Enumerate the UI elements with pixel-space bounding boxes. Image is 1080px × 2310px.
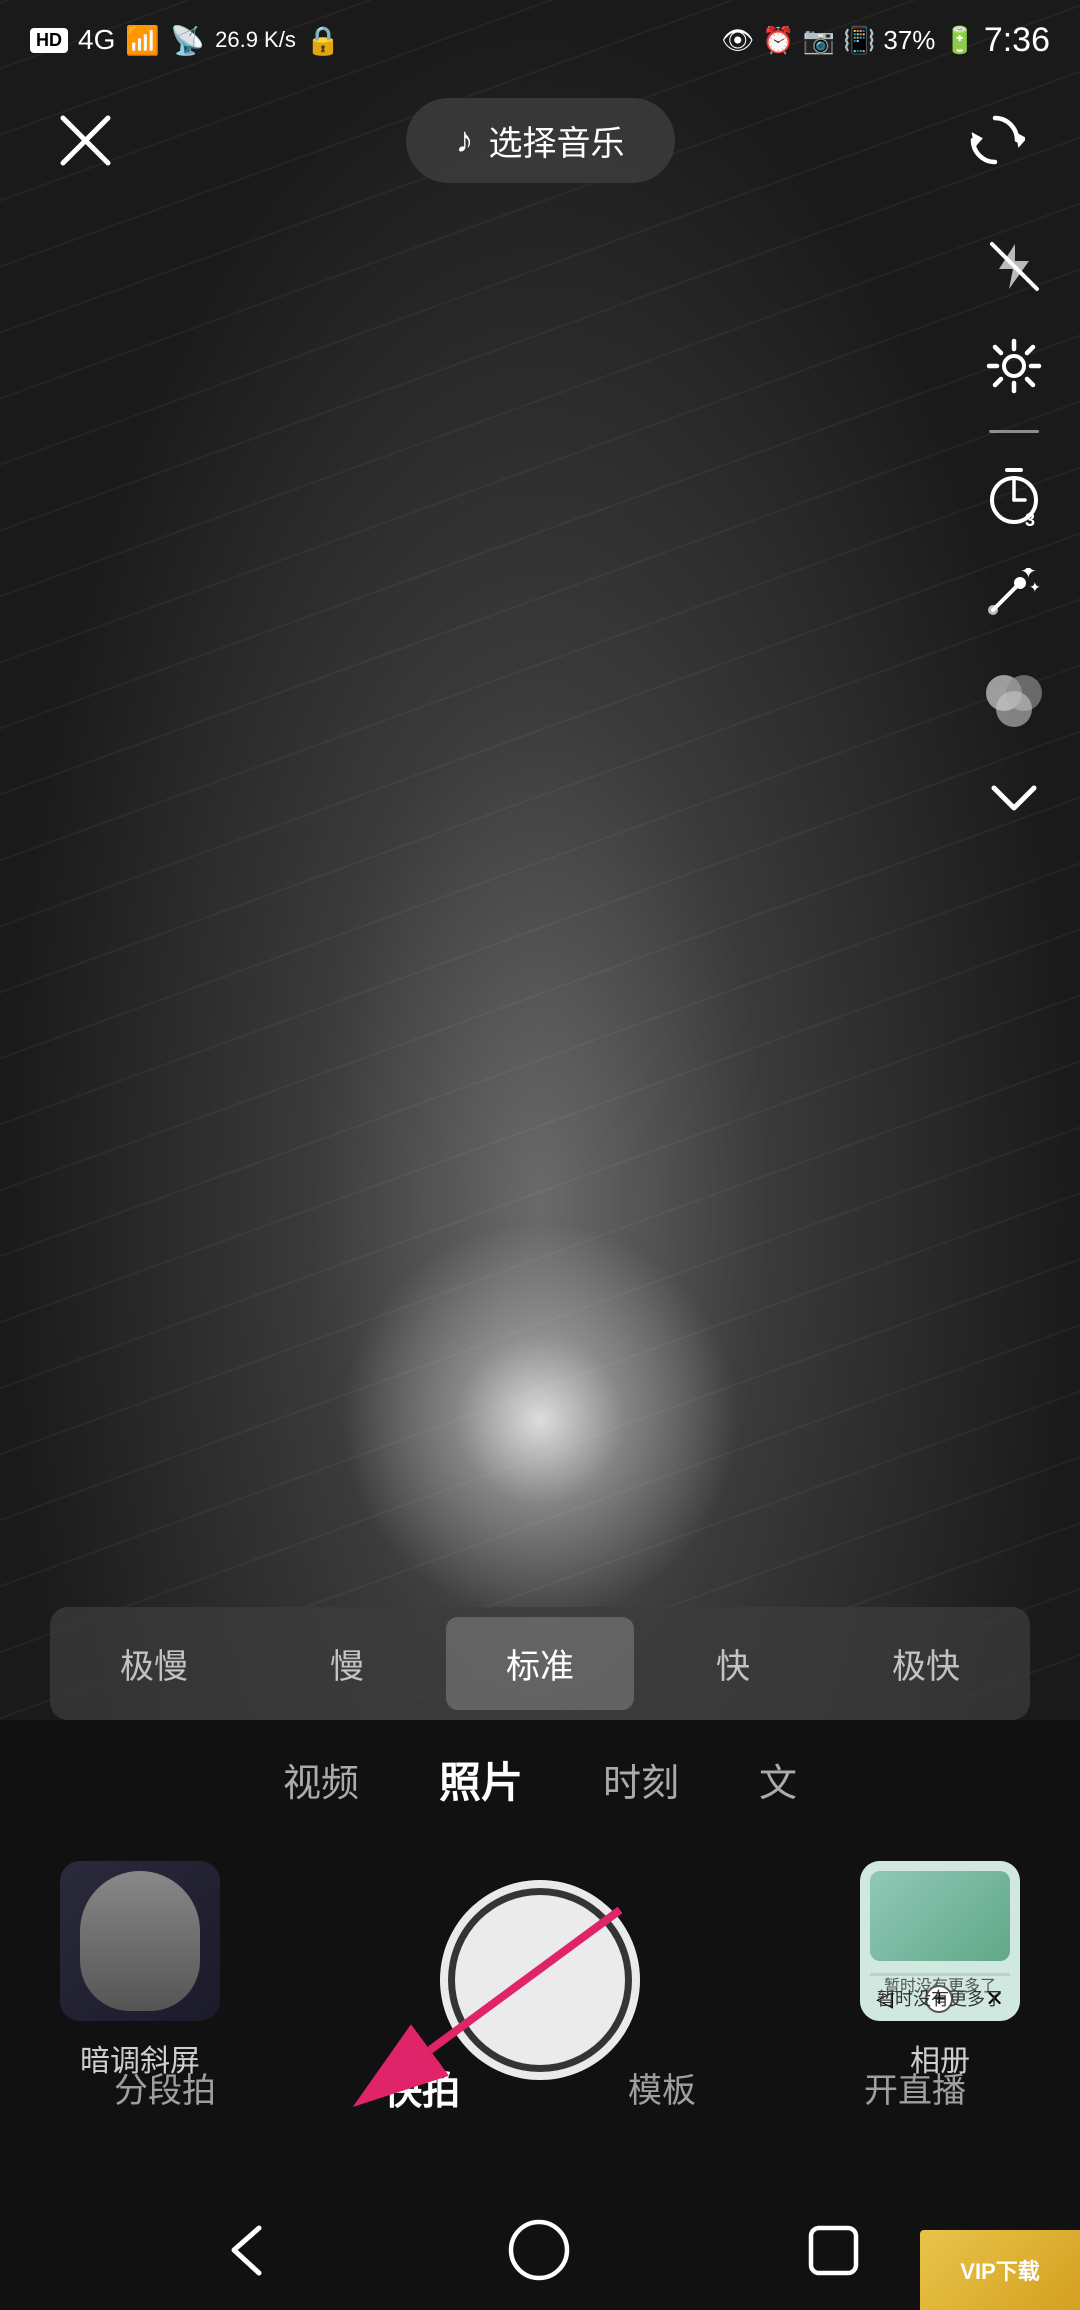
mode-bar: 视频 照片 时刻 文 — [0, 1739, 1080, 1820]
svg-text:·: · — [1025, 568, 1029, 579]
alarm-icon: ⏰ — [762, 25, 794, 56]
nav-bar — [0, 2210, 1080, 2290]
speed-tabs-container: 极慢 慢 标准 快 极快 — [50, 1607, 1030, 1720]
mode-photo[interactable]: 照片 — [429, 1739, 533, 1820]
svg-text:✦: ✦ — [1029, 579, 1041, 595]
timer-button[interactable]: 3 — [978, 461, 1050, 533]
vip-watermark: VIP下载 — [920, 2230, 1080, 2310]
eye-icon: 👁 — [721, 25, 754, 56]
album-image: 暂时没有更多了 ◁ + ✕ — [860, 1861, 1020, 2021]
speed-tab-very-slow[interactable]: 极慢 — [60, 1617, 248, 1710]
svg-text:3: 3 — [1025, 510, 1035, 528]
camera-viewfinder — [0, 0, 1080, 1720]
music-icon: ♪ — [456, 119, 474, 161]
recent-nav-button[interactable] — [793, 2210, 873, 2290]
bottom-tabs: 分段拍 快拍 模板 开直播 — [0, 2045, 1080, 2130]
tab-template[interactable]: 模板 — [608, 2048, 716, 2127]
wifi-icon: 📡 — [170, 24, 205, 57]
screen-off-icon: 🔒 — [306, 24, 341, 57]
battery-icon: 🔋 — [943, 25, 975, 56]
battery-percent: 37% — [883, 25, 935, 56]
more-button[interactable] — [978, 761, 1050, 833]
top-bar: ♪ 选择音乐 — [0, 80, 1080, 200]
mode-moment[interactable]: 时刻 — [593, 1742, 689, 1817]
speed-tab-fast[interactable]: 快 — [639, 1617, 827, 1710]
toolbar-divider — [989, 430, 1039, 433]
tab-segment-shoot[interactable]: 分段拍 — [94, 2048, 236, 2127]
effects-button[interactable]: ✦ ✦ · — [978, 561, 1050, 633]
vibrate-icon: 📳 — [843, 25, 875, 56]
select-music-button[interactable]: ♪ 选择音乐 — [406, 98, 675, 183]
gallery-image — [60, 1861, 220, 2021]
mode-text[interactable]: 文 — [749, 1742, 807, 1817]
status-right: 👁 ⏰ 📷 📳 37% 🔋 7:36 — [721, 21, 1050, 60]
flash-off-button[interactable] — [978, 230, 1050, 302]
camera-icon: 📷 — [803, 25, 835, 56]
color-adjust-button[interactable] — [978, 661, 1050, 733]
time-display: 7:36 — [984, 21, 1050, 60]
tab-quick-shoot[interactable]: 快拍 — [364, 2045, 480, 2130]
speed-tab-normal[interactable]: 标准 — [446, 1617, 634, 1710]
home-nav-button[interactable] — [500, 2210, 580, 2290]
back-nav-button[interactable] — [207, 2210, 287, 2290]
right-toolbar: 3 ✦ ✦ · — [978, 230, 1050, 833]
speed-tab-slow[interactable]: 慢 — [253, 1617, 441, 1710]
hd-badge: HD — [30, 28, 68, 53]
signal-bars-icon: 📶 — [125, 24, 160, 57]
close-button[interactable] — [50, 105, 120, 175]
mode-video[interactable]: 视频 — [273, 1742, 369, 1817]
vip-label: VIP下载 — [960, 2254, 1039, 2286]
shutter-inner — [455, 1895, 625, 2065]
status-left: HD 4G 📶 📡 26.9 K/s 🔒 — [30, 24, 341, 57]
signal-4g: 4G — [78, 24, 115, 56]
speed-selector: 极慢 慢 标准 快 极快 — [50, 1607, 1030, 1720]
tab-live[interactable]: 开直播 — [844, 2048, 986, 2127]
flip-camera-button[interactable] — [960, 105, 1030, 175]
settings-button[interactable] — [978, 330, 1050, 402]
speed-tab-very-fast[interactable]: 极快 — [832, 1617, 1020, 1710]
wifi-speed: 26.9 K/s — [215, 27, 296, 53]
status-bar: HD 4G 📶 📡 26.9 K/s 🔒 👁 ⏰ 📷 📳 37% 🔋 7:36 — [0, 0, 1080, 80]
music-label: 选择音乐 — [489, 116, 625, 165]
